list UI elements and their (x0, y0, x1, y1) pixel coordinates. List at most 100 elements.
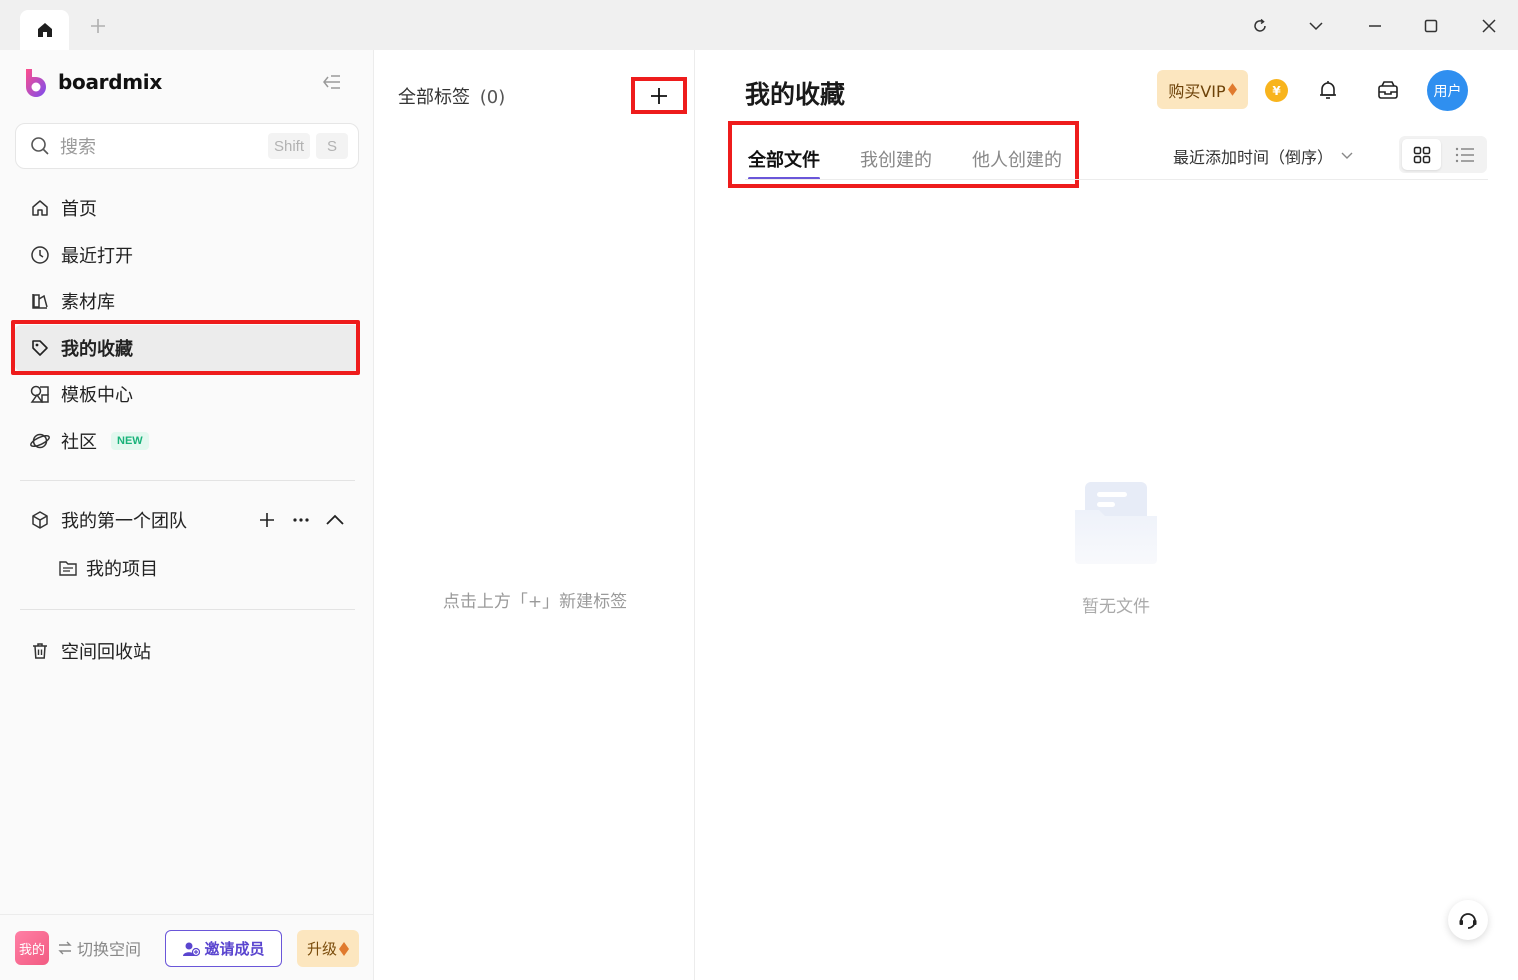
team-more-button[interactable] (291, 510, 311, 530)
minimize-button[interactable] (1362, 13, 1388, 39)
tags-header: 全部标签 (0) (398, 83, 505, 109)
more-icon (293, 518, 309, 522)
plus-icon (260, 513, 274, 527)
logo[interactable]: boardmix (24, 66, 162, 98)
tags-panel: 全部标签 (0) 点击上方「+」新建标签 (375, 50, 695, 980)
sidebar-item-label: 我的收藏 (61, 338, 133, 360)
buy-vip-button[interactable]: 购买VIP (1157, 70, 1248, 109)
sidebar-nav: 首页 最近打开 素材库 我的收藏 模板中心 社区 NEW (15, 185, 359, 464)
vip-label: 购买VIP (1168, 81, 1226, 101)
invite-members-button[interactable]: 邀请成员 (165, 930, 282, 967)
user-avatar[interactable]: 用户 (1427, 70, 1468, 111)
project-label: 我的项目 (86, 559, 158, 580)
collapse-icon (323, 75, 340, 89)
switch-space-label: 切换空间 (77, 940, 142, 959)
inbox-button[interactable] (1375, 77, 1401, 103)
sidebar-item-community[interactable]: 社区 NEW (15, 418, 359, 464)
maximize-icon (1424, 19, 1438, 33)
team-collapse-button[interactable] (325, 510, 345, 530)
search-placeholder: 搜索 (60, 137, 96, 158)
space-avatar[interactable]: 我的 (15, 931, 49, 965)
maximize-button[interactable] (1418, 13, 1444, 39)
tags-empty-hint: 点击上方「+」新建标签 (442, 592, 628, 612)
headset-icon (1459, 913, 1477, 929)
sidebar: boardmix 搜索 Shift S 首页 最近打开 素材库 我的收藏 模板中… (0, 50, 374, 980)
sort-dropdown[interactable]: 最近添加时间（倒序） (1173, 144, 1353, 168)
trash-item[interactable]: 空间回收站 (15, 628, 359, 674)
refresh-button[interactable] (1247, 13, 1273, 39)
tab-created-by-me[interactable]: 我创建的 (860, 138, 932, 180)
sidebar-item-label: 素材库 (61, 292, 115, 313)
template-icon (29, 383, 51, 405)
swap-icon (58, 941, 72, 955)
refresh-icon (1254, 18, 1266, 32)
search-input[interactable]: 搜索 Shift S (15, 123, 359, 169)
tabs-divider (745, 179, 1488, 180)
chevron-down-icon (1309, 22, 1323, 31)
collapse-sidebar-button[interactable] (320, 70, 344, 94)
close-icon (1482, 19, 1496, 33)
chevron-down-icon (1341, 152, 1353, 159)
add-tag-button[interactable] (631, 77, 687, 114)
title-bar (0, 0, 1518, 50)
page-title: 我的收藏 (745, 80, 846, 109)
project-item[interactable]: 我的项目 (58, 545, 158, 591)
close-button[interactable] (1476, 13, 1502, 39)
file-tabs: 全部文件 我创建的 他人创建的 (748, 138, 1062, 182)
switch-space-button[interactable]: 切换空间 (57, 936, 141, 960)
folder-icon (59, 561, 77, 576)
sidebar-item-favorites[interactable]: 我的收藏 (15, 324, 359, 371)
main-content: 我的收藏 购买VIP ¥ 用户 全部文件 我创建的 他人创建的 最近添加时间（倒… (696, 50, 1518, 980)
tags-count: (0) (479, 87, 506, 108)
empty-state-text: 暂无文件 (1082, 597, 1150, 617)
upgrade-label: 升级 (306, 940, 337, 958)
sidebar-item-label: 首页 (61, 199, 97, 220)
new-tab-button[interactable] (86, 14, 110, 38)
planet-icon (29, 430, 51, 452)
sidebar-item-templates[interactable]: 模板中心 (15, 371, 359, 417)
list-view-button[interactable] (1445, 139, 1484, 170)
logo-text: boardmix (58, 70, 162, 94)
team-item[interactable]: 我的第一个团队 (15, 497, 359, 543)
tag-icon (29, 337, 51, 359)
team-add-button[interactable] (257, 510, 277, 530)
tab-home[interactable] (20, 10, 69, 50)
sidebar-item-recent[interactable]: 最近打开 (15, 232, 359, 278)
cube-icon (29, 509, 51, 531)
upgrade-button[interactable]: 升级 (297, 930, 359, 967)
home-icon (29, 197, 51, 219)
notification-button[interactable] (1315, 77, 1341, 103)
dropdown-button[interactable] (1303, 13, 1329, 39)
trash-icon (29, 640, 51, 662)
divider (20, 609, 355, 610)
plus-icon (91, 19, 105, 33)
help-button[interactable] (1448, 900, 1488, 940)
shortcut-shift: Shift (267, 133, 310, 159)
boardmix-logo-icon (26, 69, 46, 97)
team-actions (257, 497, 345, 543)
sidebar-footer: 我的 切换空间 邀请成员 升级 (0, 914, 374, 980)
gem-icon (1227, 83, 1237, 96)
minimize-icon (1369, 25, 1381, 27)
search-icon (31, 137, 49, 155)
sidebar-item-label: 社区 (61, 431, 97, 453)
tab-all-files[interactable]: 全部文件 (748, 138, 820, 180)
bell-icon (1320, 81, 1336, 99)
coin-symbol: ¥ (1272, 83, 1281, 98)
view-toggle (1399, 136, 1487, 173)
sidebar-item-materials[interactable]: 素材库 (15, 278, 359, 324)
sidebar-item-label: 最近打开 (61, 245, 133, 267)
sort-label: 最近添加时间（倒序） (1173, 148, 1334, 167)
empty-folder-illustration (1075, 482, 1157, 564)
clock-icon (29, 244, 51, 266)
gem-icon (339, 941, 349, 956)
grid-view-button[interactable] (1402, 139, 1441, 170)
sidebar-item-home[interactable]: 首页 (15, 185, 359, 231)
invite-label: 邀请成员 (204, 940, 265, 958)
material-icon (29, 290, 51, 312)
grid-view-icon (1413, 146, 1430, 163)
tab-created-by-others[interactable]: 他人创建的 (972, 138, 1062, 180)
coin-icon[interactable]: ¥ (1265, 79, 1288, 102)
chevron-up-icon (326, 514, 344, 525)
tags-title: 全部标签 (398, 87, 470, 108)
